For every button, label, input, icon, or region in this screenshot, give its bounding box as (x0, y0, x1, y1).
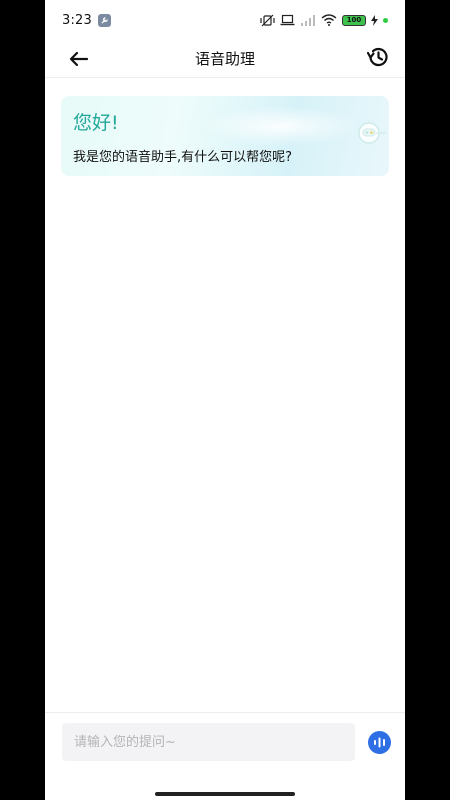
voice-input-button[interactable] (368, 731, 391, 754)
history-clock-icon[interactable] (365, 44, 391, 70)
wrench-app-icon (98, 13, 111, 27)
voice-wave-icon (374, 737, 385, 748)
status-left: 3:23 (62, 13, 111, 28)
page-title: 语音助理 (194, 50, 255, 68)
robot-icon (358, 120, 386, 144)
status-right: 100 (260, 14, 388, 27)
top-app-bar: 语音助理 (45, 40, 405, 78)
signal-icon (301, 14, 315, 26)
phone-screen: 3:23 100 语音助理 您好! 我是您的语音助手,有什么可以帮您呢? 请输入… (45, 0, 405, 800)
vibrate-off-icon (260, 14, 275, 26)
greeting-title: 您好! (73, 112, 119, 134)
home-indicator[interactable] (155, 792, 295, 796)
greeting-card: 您好! 我是您的语音助手,有什么可以帮您呢? (61, 96, 389, 176)
question-input[interactable] (62, 723, 355, 761)
input-bar (45, 712, 405, 800)
status-bar: 3:23 100 (45, 0, 405, 40)
greeting-subtitle: 我是您的语音助手,有什么可以帮您呢? (73, 150, 293, 165)
battery-indicator: 100 (342, 14, 366, 26)
card-glow-decoration (201, 106, 361, 146)
green-dot-indicator (383, 17, 388, 23)
wifi-icon (321, 14, 337, 26)
charging-bolt-icon (371, 14, 378, 26)
status-time: 3:23 (62, 12, 92, 28)
laptop-icon (280, 14, 295, 26)
arrow-left-icon[interactable] (67, 47, 91, 71)
